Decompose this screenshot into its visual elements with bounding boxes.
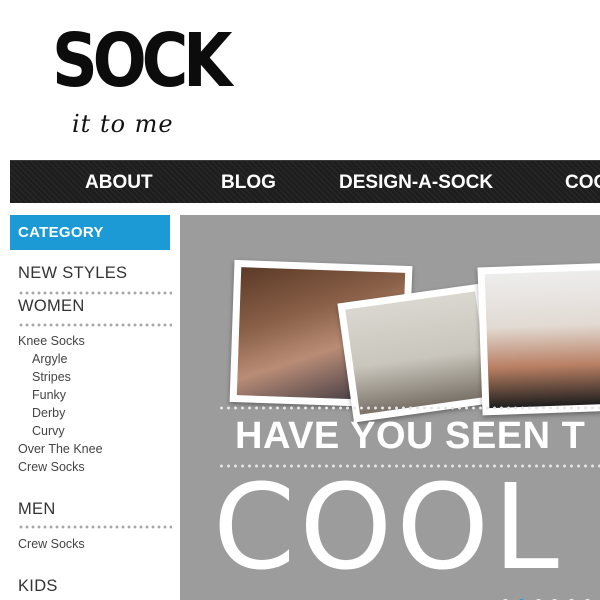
nav-about[interactable]: ABOUT [85,161,153,203]
divider [218,406,600,410]
sidebar-women-funky[interactable]: Funky [32,388,66,402]
nav-cool[interactable]: COO [565,161,600,203]
sidebar-women-stripes[interactable]: Stripes [32,370,71,384]
category-header: CATEGORY [10,215,170,250]
divider [18,323,172,327]
sidebar-women-derby[interactable]: Derby [32,406,65,420]
hero-banner[interactable]: HAVE YOU SEEN T COOL [180,215,600,600]
photo-frame [477,262,600,416]
hero-big-word: COOL [213,458,563,596]
person-photo [345,291,490,415]
sidebar-women-curvy[interactable]: Curvy [32,424,65,438]
logo-wordmark: SOCK [52,18,232,104]
logo-tagline: it to me [72,110,174,138]
sidebar-women-over-the-knee[interactable]: Over The Knee [18,442,103,456]
divider [18,291,172,295]
hero-headline: HAVE YOU SEEN T [235,415,586,457]
sidebar-new-styles[interactable]: NEW STYLES [18,264,127,283]
site-logo[interactable]: SOCK it to me [52,10,232,145]
divider [18,525,172,529]
slider-pager [502,593,596,600]
nav-blog[interactable]: BLOG [221,161,276,203]
sidebar-kids[interactable]: KIDS [18,577,58,596]
category-sidebar: CATEGORY NEW STYLES WOMEN Knee Socks Arg… [10,215,172,595]
photo-frame [337,283,498,423]
sidebar-women-knee-socks[interactable]: Knee Socks [18,334,85,348]
person-photo [484,269,600,409]
sidebar-men-crew-socks[interactable]: Crew Socks [18,537,85,551]
main-nav: ABOUT BLOG DESIGN-A-SOCK COO [10,160,600,203]
sidebar-women[interactable]: WOMEN [18,297,85,316]
sidebar-women-crew-socks[interactable]: Crew Socks [18,460,85,474]
sidebar-women-argyle[interactable]: Argyle [32,352,67,366]
nav-design-a-sock[interactable]: DESIGN-A-SOCK [339,161,493,203]
sidebar-men[interactable]: MEN [18,500,56,519]
